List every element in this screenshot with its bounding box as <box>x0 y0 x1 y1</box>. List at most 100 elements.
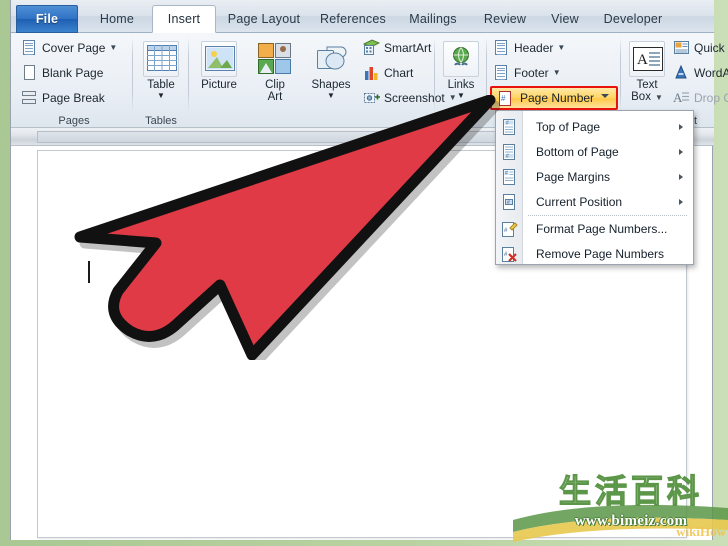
clip-art-icon <box>257 41 293 77</box>
chart-button[interactable]: Chart <box>363 64 413 81</box>
blank-page-button[interactable]: Blank Page <box>21 64 103 81</box>
tab-insert[interactable]: Insert <box>152 5 216 33</box>
svg-text:A: A <box>637 52 648 68</box>
svg-text:#: # <box>507 200 510 206</box>
menu-item-top-of-page[interactable]: # Top of Page <box>496 115 695 139</box>
drop-cap-button[interactable]: A Drop C <box>673 89 728 106</box>
watermark-cjk-text: 生活百科 <box>558 471 703 510</box>
footer-label: Footer <box>514 65 549 80</box>
watermark-ghost-text: wikiHow <box>676 524 726 539</box>
chart-label: Chart <box>384 65 414 80</box>
page-number-top-icon: # <box>501 118 518 136</box>
header-icon <box>493 39 510 56</box>
header-button[interactable]: Header ▼ <box>493 39 565 56</box>
chevron-down-icon: ▼ <box>654 93 663 102</box>
remove-page-numbers-icon: # <box>501 245 518 263</box>
svg-text:#: # <box>506 120 509 126</box>
menu-item-label: Remove Page Numbers <box>536 247 665 261</box>
drop-cap-label: Drop C <box>694 90 728 105</box>
menu-item-current-position[interactable]: # Current Position <box>496 190 695 214</box>
menu-item-bottom-of-page[interactable]: # Bottom of Page <box>496 140 695 164</box>
picture-label: Picture <box>201 79 237 91</box>
tab-developer[interactable]: Developer <box>592 5 674 33</box>
desktop-background: File Home Insert Page Layout References … <box>0 0 728 546</box>
shapes-button[interactable]: Shapes ▼ <box>303 39 359 100</box>
header-label: Header <box>514 40 554 55</box>
smartart-icon <box>362 39 381 56</box>
submenu-arrow-icon <box>679 174 683 180</box>
tab-view[interactable]: View <box>540 5 590 33</box>
table-icon <box>143 41 179 77</box>
cover-page-icon <box>21 39 38 56</box>
ribbon-tab-strip: File Home Insert Page Layout References … <box>11 0 714 33</box>
submenu-arrow-icon <box>679 149 683 155</box>
text-box-label-line2: Box <box>631 91 651 103</box>
page-number-label: Page Number <box>520 91 595 105</box>
clip-art-label-line1: Clip <box>265 79 285 91</box>
text-box-icon: A <box>629 41 665 77</box>
footer-icon <box>493 64 510 81</box>
tab-developer-label: Developer <box>603 12 663 26</box>
tab-home-label: Home <box>99 12 135 26</box>
submenu-arrow-icon <box>679 199 683 205</box>
tab-home[interactable]: Home <box>84 5 150 33</box>
wordart-icon <box>673 64 690 81</box>
links-label: Links <box>447 79 475 91</box>
links-button[interactable]: Links ▼ <box>435 39 487 100</box>
picture-button[interactable]: Picture <box>191 39 247 91</box>
menu-item-remove-page-numbers[interactable]: # Remove Page Numbers <box>496 242 695 266</box>
table-button[interactable]: Table ▼ <box>133 39 189 100</box>
quick-parts-button[interactable]: Quick P <box>673 39 728 56</box>
tab-file[interactable]: File <box>16 5 78 33</box>
annotation-arrow <box>60 94 501 367</box>
chevron-down-icon: ▼ <box>552 68 561 77</box>
blank-page-label: Blank Page <box>42 65 104 80</box>
tab-page-layout[interactable]: Page Layout <box>218 5 310 33</box>
tab-insert-label: Insert <box>167 12 201 26</box>
chevron-down-icon: ▼ <box>557 43 566 52</box>
shapes-label: Shapes <box>311 79 351 91</box>
tab-mailings[interactable]: Mailings <box>396 5 470 33</box>
clip-art-button[interactable]: Clip Art <box>249 39 301 103</box>
tab-review[interactable]: Review <box>472 5 538 33</box>
text-box-label-line1: Text <box>636 79 658 91</box>
quick-parts-icon <box>673 39 690 56</box>
footer-button[interactable]: Footer ▼ <box>493 64 561 81</box>
wordart-button[interactable]: WordA <box>673 64 728 81</box>
menu-item-page-margins[interactable]: # Page Margins <box>496 165 695 189</box>
svg-text:A: A <box>673 90 683 105</box>
watermark: 生活百科 www.bimeiz.com wikiHow <box>513 468 728 546</box>
smartart-button[interactable]: SmartArt <box>362 39 431 56</box>
svg-text:#: # <box>506 154 509 160</box>
shapes-icon <box>313 41 349 77</box>
quick-parts-label: Quick P <box>694 40 728 55</box>
cover-page-button[interactable]: Cover Page ▼ <box>21 39 117 56</box>
tab-file-label: File <box>35 12 59 26</box>
tab-references-label: References <box>320 12 386 26</box>
format-page-numbers-icon: # <box>501 220 518 238</box>
page-break-icon <box>21 89 38 106</box>
text-box-label-line2-wrap: Box ▼ <box>623 91 671 104</box>
text-box-button[interactable]: A Text Box ▼ <box>623 39 671 104</box>
tab-view-label: View <box>551 12 579 26</box>
cover-page-label: Cover Page <box>42 40 106 55</box>
svg-text:#: # <box>501 94 506 103</box>
wordart-label: WordA <box>694 65 728 80</box>
tab-review-label: Review <box>483 12 527 26</box>
menu-item-label: Format Page Numbers... <box>536 222 668 236</box>
chevron-down-icon: ▼ <box>109 43 118 52</box>
drop-cap-icon: A <box>673 89 690 106</box>
menu-item-format-page-numbers[interactable]: # Format Page Numbers... <box>496 217 695 241</box>
tab-page-layout-label: Page Layout <box>227 12 301 26</box>
blank-page-icon <box>21 64 38 81</box>
tab-mailings-label: Mailings <box>409 12 457 26</box>
svg-text:#: # <box>505 171 508 177</box>
tab-references[interactable]: References <box>312 5 394 33</box>
page-number-button[interactable]: # Page Number <box>490 86 618 110</box>
picture-icon <box>201 41 237 77</box>
submenu-arrow-icon <box>679 124 683 130</box>
page-number-dropdown-menu: # Top of Page # Bottom of Page # Page Ma… <box>495 110 694 265</box>
menu-item-label: Bottom of Page <box>536 145 619 159</box>
chevron-down-icon <box>601 94 609 98</box>
menu-separator <box>528 215 687 216</box>
